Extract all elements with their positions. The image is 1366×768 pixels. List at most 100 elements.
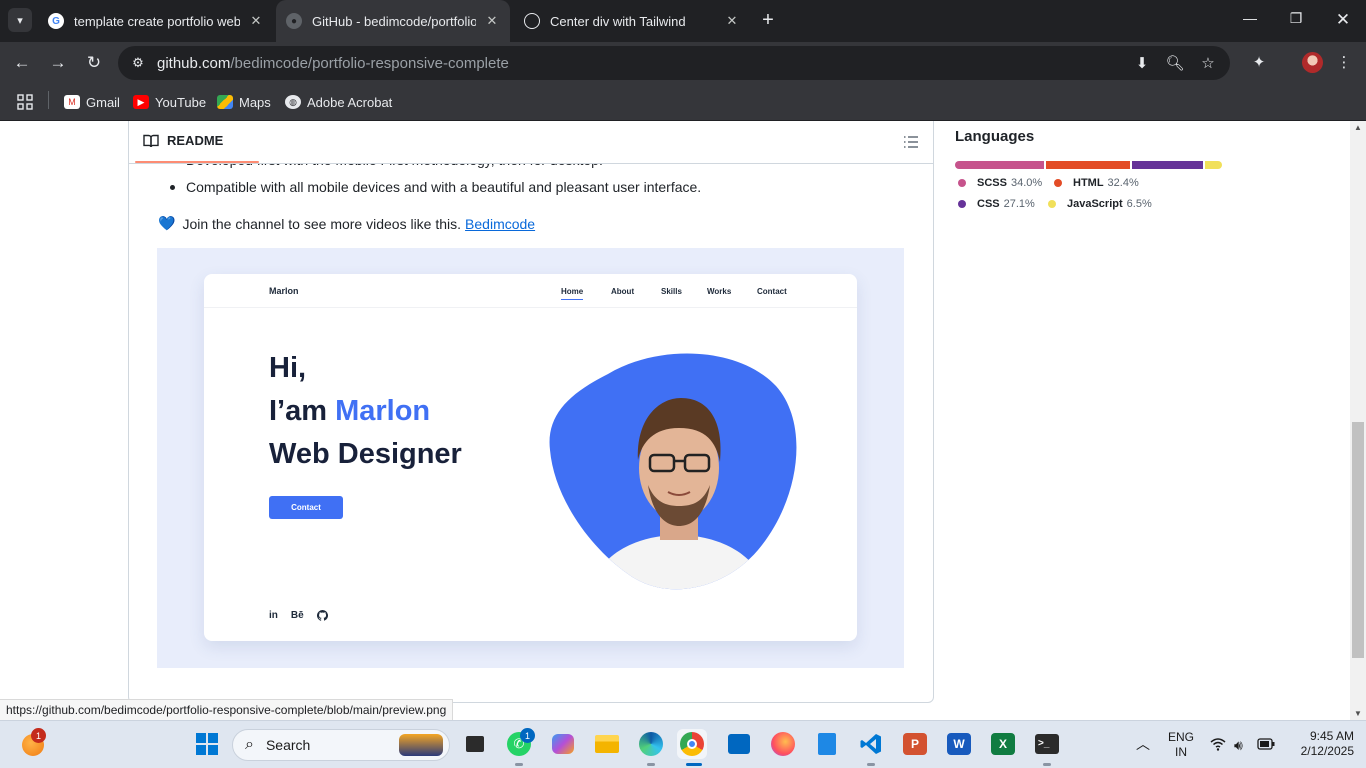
task-view-icon[interactable] bbox=[460, 729, 490, 759]
preview-nav: Marlon Home About Skills Works Contact bbox=[204, 274, 857, 308]
scroll-up-arrow-icon[interactable]: ▲ bbox=[1354, 123, 1362, 132]
close-icon[interactable]: ✕ bbox=[724, 13, 740, 29]
preview-hero-name: I’am Marlon bbox=[269, 395, 431, 427]
readme-header: README bbox=[128, 121, 934, 164]
preview-nav-works: Works bbox=[707, 287, 732, 296]
chrome-icon[interactable] bbox=[677, 729, 707, 759]
volume-icon[interactable]: 🔊︎ bbox=[1234, 737, 1243, 754]
language-scss[interactable]: SCSS 34.0% bbox=[958, 177, 1042, 189]
battery-icon[interactable] bbox=[1257, 737, 1275, 753]
preview-hero-greeting: Hi, bbox=[269, 352, 307, 384]
search-highlight-icon bbox=[399, 734, 443, 756]
css-color-dot bbox=[958, 200, 966, 208]
file-explorer-icon[interactable] bbox=[592, 729, 622, 759]
zoom-icon[interactable]: 🔍︎ bbox=[1165, 54, 1185, 74]
show-hidden-icons-chevron-icon[interactable]: ︿ bbox=[1136, 734, 1150, 754]
bullet-dot bbox=[170, 185, 175, 190]
url-text[interactable]: github.com/bedimcode/portfolio-responsiv… bbox=[157, 55, 509, 72]
tab-chatgpt[interactable]: Center div with Tailwind ✕ bbox=[514, 6, 750, 36]
forward-button[interactable]: → bbox=[46, 51, 70, 75]
preview-hero-role: Web Designer bbox=[269, 438, 462, 470]
language-bar-segment-html bbox=[1045, 161, 1131, 169]
bookmark-youtube[interactable]: ▶ YouTube bbox=[133, 92, 206, 112]
html-color-dot bbox=[1054, 179, 1062, 187]
scroll-down-arrow-icon[interactable]: ▼ bbox=[1354, 709, 1362, 718]
preview-nav-about: About bbox=[611, 287, 635, 296]
start-button-icon[interactable] bbox=[192, 729, 222, 759]
preview-logo: Marlon bbox=[269, 286, 299, 296]
restore-icon[interactable]: ❐ bbox=[1286, 10, 1306, 27]
notepad-icon[interactable] bbox=[812, 729, 842, 759]
tab-github[interactable]: ● GitHub - bedimcode/portfolio-responsiv… bbox=[276, 0, 510, 42]
chatgpt-icon bbox=[524, 13, 540, 29]
language-bar-segment-css bbox=[1132, 161, 1204, 169]
firefox-icon[interactable] bbox=[768, 729, 798, 759]
menu-icon[interactable]: ⋮ bbox=[1334, 53, 1354, 73]
tab-search-button[interactable]: ▾ bbox=[8, 8, 32, 32]
address-bar[interactable]: ⚙ github.com/bedimcode/portfolio-respons… bbox=[118, 46, 1230, 80]
bookmark-maps[interactable]: Maps bbox=[217, 92, 271, 112]
portfolio-preview-image[interactable]: Marlon Home About Skills Works Contact H… bbox=[157, 248, 904, 668]
clock[interactable]: 9:45 AM 2/12/2025 bbox=[1286, 729, 1354, 759]
bookmark-gmail[interactable]: M Gmail bbox=[64, 92, 120, 112]
language-html[interactable]: HTML 32.4% bbox=[1054, 177, 1139, 189]
reload-button[interactable]: ↻ bbox=[82, 51, 106, 75]
input-language[interactable]: ENG IN bbox=[1164, 730, 1198, 760]
bookmarks-separator bbox=[48, 91, 49, 109]
minimize-icon[interactable]: — bbox=[1240, 10, 1260, 26]
browser-toolbar: ← → ↻ ⚙ github.com/bedimcode/portfolio-r… bbox=[0, 42, 1366, 84]
preview-nav-skills: Skills bbox=[661, 287, 682, 296]
scrollbar-thumb[interactable] bbox=[1352, 422, 1364, 658]
maps-icon bbox=[217, 95, 233, 109]
taskbar-search[interactable]: ⌕ Search bbox=[232, 729, 450, 761]
bedimcode-link[interactable]: Bedimcode bbox=[465, 216, 535, 232]
bookmark-star-icon[interactable]: ☆ bbox=[1198, 54, 1218, 74]
site-info-icon[interactable]: ⚙ bbox=[128, 53, 148, 73]
readme-bullet-compatible: Compatible with all mobile devices and w… bbox=[186, 179, 702, 195]
language-css[interactable]: CSS 27.1% bbox=[958, 198, 1035, 210]
bookmark-adobe-acrobat[interactable]: ◍ Adobe Acrobat bbox=[285, 92, 392, 112]
readme-tab-underline bbox=[135, 161, 259, 163]
search-icon: ⌕ bbox=[245, 736, 254, 753]
edge-icon[interactable] bbox=[636, 729, 666, 759]
copilot-icon[interactable] bbox=[548, 729, 578, 759]
preview-nav-home: Home bbox=[561, 287, 584, 300]
language-javascript[interactable]: JavaScript 6.5% bbox=[1048, 198, 1152, 210]
new-tab-button[interactable]: + bbox=[758, 9, 778, 31]
window-close-icon[interactable]: ✕ bbox=[1333, 10, 1353, 30]
github-icon: ● bbox=[286, 13, 302, 29]
back-button[interactable]: ← bbox=[10, 51, 34, 75]
github-page: Developed first with the Mobile First me… bbox=[0, 121, 1350, 720]
profile-avatar[interactable] bbox=[1302, 52, 1323, 73]
readme-tab[interactable]: README bbox=[143, 133, 223, 148]
terminal-icon[interactable]: >_ bbox=[1032, 729, 1062, 759]
excel-icon[interactable]: X bbox=[988, 729, 1018, 759]
scss-color-dot bbox=[958, 179, 966, 187]
microsoft-store-icon[interactable] bbox=[724, 729, 754, 759]
language-bar-segment-scss bbox=[955, 161, 1044, 169]
readme-join-line: 💙 Join the channel to see more videos li… bbox=[158, 215, 535, 232]
youtube-icon: ▶ bbox=[133, 95, 149, 109]
apps-grid-icon[interactable] bbox=[17, 92, 33, 112]
github-icon bbox=[316, 610, 328, 621]
page-scrollbar[interactable]: ▲ ▼ bbox=[1350, 121, 1366, 720]
terminal-running-indicator bbox=[1043, 763, 1051, 766]
wifi-icon[interactable] bbox=[1210, 737, 1226, 754]
preview-socials: in Bē bbox=[269, 610, 328, 621]
languages-bar bbox=[955, 161, 1222, 169]
vscode-icon[interactable] bbox=[856, 729, 886, 759]
google-icon: G bbox=[48, 13, 64, 29]
close-icon[interactable]: ✕ bbox=[484, 13, 500, 29]
tab-google-search[interactable]: G template create portfolio website ✕ bbox=[38, 6, 274, 36]
outline-list-icon[interactable] bbox=[903, 134, 919, 150]
windows-taskbar: 1 ⌕ Search ✆ 1 P W X >_ ︿ ENG IN 🔊︎ 9:45… bbox=[0, 720, 1366, 768]
whatsapp-badge: 1 bbox=[520, 728, 535, 743]
powerpoint-icon[interactable]: P bbox=[900, 729, 930, 759]
extensions-icon[interactable]: ✦ bbox=[1249, 53, 1269, 73]
whatsapp-running-indicator bbox=[515, 763, 523, 766]
close-icon[interactable]: ✕ bbox=[248, 13, 264, 29]
bookmarks-bar: M Gmail ▶ YouTube Maps ◍ Adobe Acrobat bbox=[0, 84, 1366, 121]
tab-strip: ▾ G template create portfolio website ✕ … bbox=[0, 0, 1366, 42]
install-app-icon[interactable]: ⬇ bbox=[1132, 54, 1152, 74]
word-icon[interactable]: W bbox=[944, 729, 974, 759]
